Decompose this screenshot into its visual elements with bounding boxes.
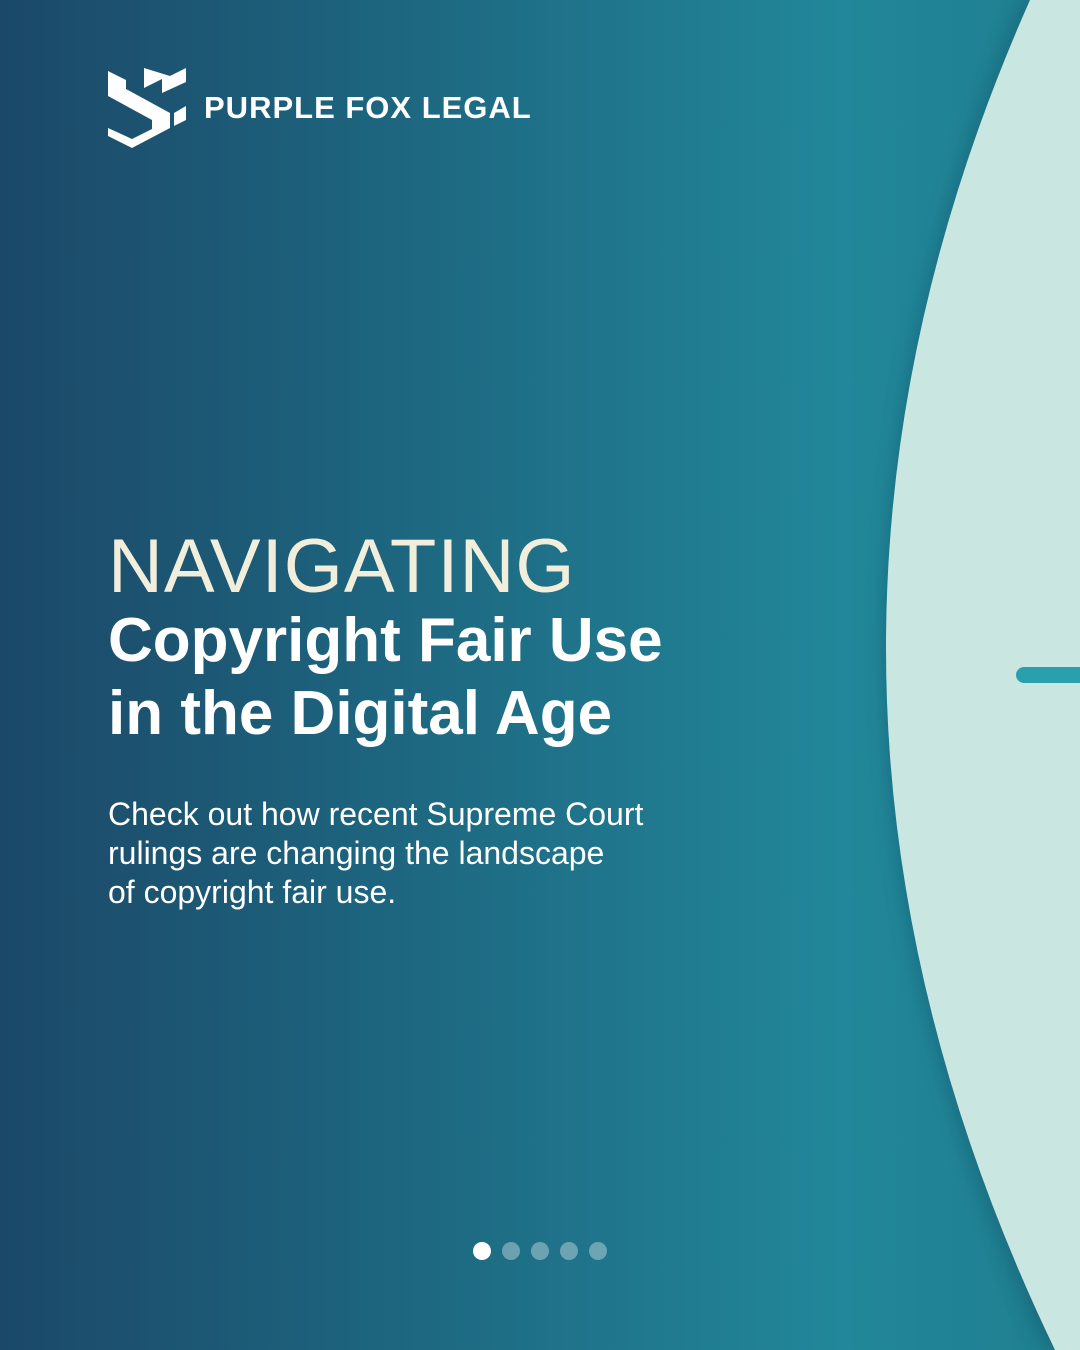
next-slide-tab[interactable] (1016, 667, 1080, 683)
purple-fox-legal-logo-icon (108, 68, 186, 148)
headline: NAVIGATING Copyright Fair Use in the Dig… (108, 524, 828, 750)
subtitle-line: of copyright fair use. (108, 874, 397, 910)
pagination-dot[interactable] (502, 1242, 520, 1260)
pagination-dot[interactable] (589, 1242, 607, 1260)
brand-logo: PURPLE FOX LEGAL (108, 68, 532, 148)
subtitle-line: rulings are changing the landscape (108, 835, 605, 871)
headline-title-line: in the Digital Age (108, 679, 613, 748)
carousel-pagination (0, 1242, 1080, 1260)
headline-title: Copyright Fair Use in the Digital Age (108, 604, 828, 750)
pagination-dot[interactable] (560, 1242, 578, 1260)
headline-eyebrow: NAVIGATING (108, 524, 576, 609)
brand-name: PURPLE FOX LEGAL (204, 90, 532, 125)
pagination-dot[interactable] (531, 1242, 549, 1260)
headline-title-line: Copyright Fair Use (108, 606, 663, 675)
subtitle: Check out how recent Supreme Court rulin… (108, 795, 768, 912)
subtitle-line: Check out how recent Supreme Court (108, 796, 644, 832)
pagination-dot-active[interactable] (473, 1242, 491, 1260)
